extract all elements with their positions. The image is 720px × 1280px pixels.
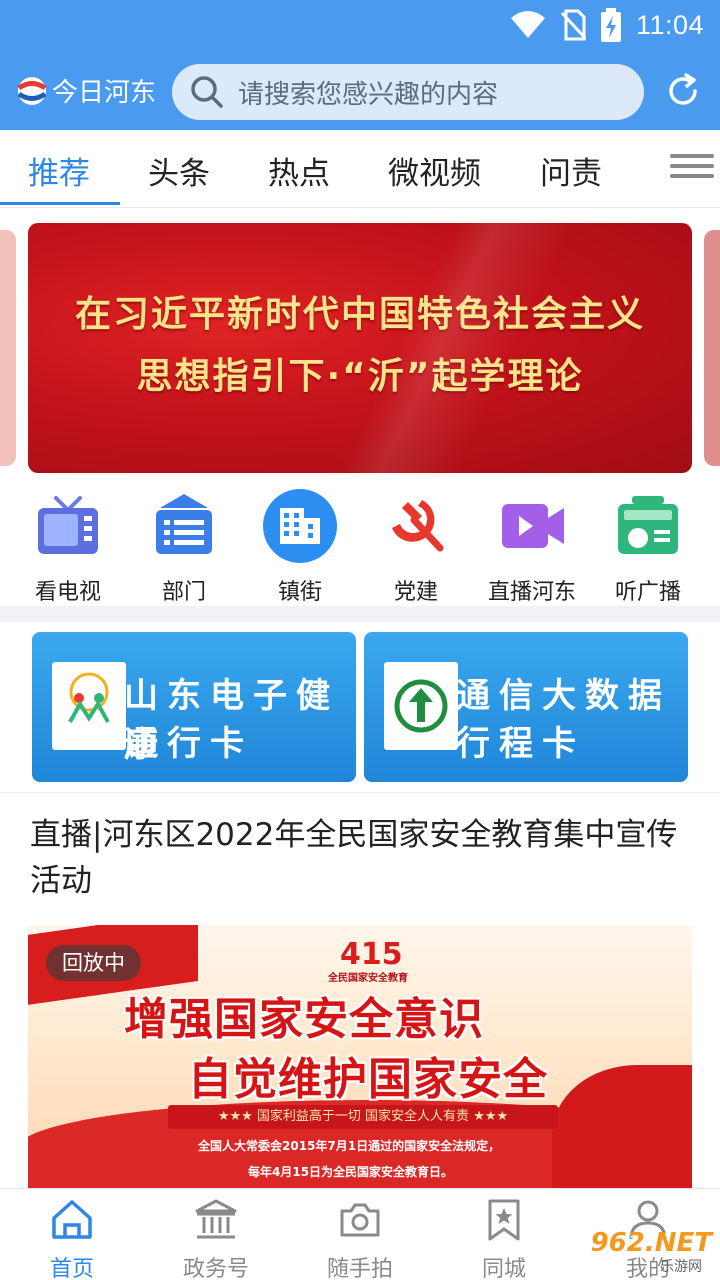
poster-paragraph-1: 全国人大常委会2015年7月1日通过的国家安全法规定， bbox=[198, 1139, 501, 1153]
quick-nav-label: 部门 bbox=[161, 580, 206, 605]
bookmark-star-icon bbox=[488, 1199, 520, 1241]
header: 今日河东 请搜索您感兴趣的内容 bbox=[0, 58, 720, 126]
logo-emblem-icon bbox=[17, 76, 47, 105]
banner-prev-slide[interactable] bbox=[0, 230, 16, 466]
service-cards: 山东电子健康 通行卡 通信大数据 行程卡 bbox=[0, 622, 720, 792]
nav-label: 随手拍 bbox=[326, 1257, 393, 1280]
battery-charging-icon bbox=[600, 8, 621, 42]
app-logo[interactable]: 今日河东 bbox=[16, 72, 156, 109]
poster-paragraph-2: 每年4月15日为全民国家安全教育日。 bbox=[248, 1165, 454, 1179]
building-icon bbox=[263, 489, 337, 563]
wifi-icon bbox=[510, 11, 545, 38]
search-bar[interactable]: 请搜索您感兴趣的内容 bbox=[172, 64, 644, 120]
banner-next-slide[interactable] bbox=[704, 230, 720, 466]
radio-icon bbox=[618, 496, 678, 554]
travel-card-logo bbox=[384, 662, 458, 750]
quick-nav: 看电视 部门 镇街 党建 直播河东 听广播 bbox=[0, 482, 720, 606]
arrow-up-circle-icon bbox=[394, 679, 448, 733]
banner-line-2: 思想指引下·“沂”起学理论 bbox=[136, 356, 584, 397]
active-tab-indicator bbox=[0, 202, 120, 205]
tab-accountability[interactable]: 问责 bbox=[540, 148, 602, 193]
channel-tabs: 推荐 头条 热点 微视频 问责 bbox=[0, 130, 720, 208]
article-cover-image[interactable]: 415 全民国家安全教育 增强国家安全意识 自觉维护国家安全 ★★★ 国家利益高… bbox=[28, 925, 692, 1190]
card-line-2: 行程卡 bbox=[456, 724, 585, 764]
nav-label: 同城 bbox=[481, 1257, 526, 1280]
camera-icon bbox=[340, 1203, 380, 1237]
tab-headlines[interactable]: 头条 bbox=[148, 148, 210, 193]
health-pass-card[interactable]: 山东电子健康 通行卡 bbox=[32, 632, 356, 782]
search-placeholder: 请搜索您感兴趣的内容 bbox=[238, 79, 499, 110]
article-title[interactable]: 直播|河东区2022年全民国家安全教育集中宣传活动 bbox=[30, 812, 690, 904]
quick-nav-tv[interactable]: 看电视 bbox=[10, 482, 126, 606]
tab-hot[interactable]: 热点 bbox=[268, 148, 330, 193]
flag-decoration bbox=[552, 1065, 692, 1190]
tab-recommend[interactable]: 推荐 bbox=[28, 148, 90, 193]
refresh-icon[interactable] bbox=[664, 72, 702, 110]
quick-nav-town[interactable]: 镇街 bbox=[242, 482, 358, 606]
home-icon bbox=[52, 1200, 92, 1239]
nav-local[interactable]: 同城 bbox=[432, 1197, 576, 1280]
poster-subtitle: 全民国家安全教育 bbox=[328, 973, 408, 984]
card-line-1: 通信大数据 bbox=[456, 676, 671, 716]
quick-nav-label: 听广播 bbox=[614, 580, 681, 605]
status-time: 11:04 bbox=[635, 9, 704, 40]
nav-label: 首页 bbox=[49, 1257, 94, 1280]
quick-nav-party[interactable]: 党建 bbox=[358, 482, 474, 606]
poster-slogan-bar: ★★★ 国家利益高于一切 国家安全人人有责 ★★★ bbox=[168, 1105, 558, 1129]
party-emblem-icon bbox=[392, 500, 444, 552]
tab-micro-video[interactable]: 微视频 bbox=[388, 148, 481, 193]
health-pass-logo bbox=[52, 662, 126, 750]
government-building-icon bbox=[195, 1199, 237, 1239]
quick-nav-label: 看电视 bbox=[34, 580, 101, 605]
nav-snapshot[interactable]: 随手拍 bbox=[288, 1197, 432, 1280]
poster-headline-2: 自觉维护国家安全 bbox=[188, 1054, 548, 1105]
watermark-sub: 乐游网 bbox=[660, 1259, 702, 1275]
quick-nav-department[interactable]: 部门 bbox=[126, 482, 242, 606]
app-name: 今日河东 bbox=[52, 78, 157, 108]
health-logo-icon bbox=[68, 672, 110, 723]
quick-nav-radio[interactable]: 听广播 bbox=[590, 482, 706, 606]
card-line-2: 通行卡 bbox=[124, 724, 253, 764]
video-camera-icon bbox=[502, 504, 564, 548]
watermark: 962.NET bbox=[590, 1228, 712, 1258]
banner-line-1: 在习近平新时代中国特色社会主义 bbox=[74, 294, 645, 335]
divider bbox=[0, 792, 720, 793]
section-separator bbox=[0, 606, 720, 622]
quick-nav-label: 直播河东 bbox=[487, 580, 576, 605]
poster-headline-1: 增强国家安全意识 bbox=[124, 994, 484, 1045]
search-icon bbox=[191, 76, 223, 108]
status-bar: 11:04 bbox=[0, 0, 720, 50]
tv-icon bbox=[38, 496, 98, 554]
quick-nav-label: 镇街 bbox=[277, 580, 322, 605]
banner-slide[interactable]: 在习近平新时代中国特色社会主义 思想指引下·“沂”起学理论 bbox=[28, 223, 692, 473]
nav-government[interactable]: 政务号 bbox=[144, 1197, 288, 1280]
no-sim-icon bbox=[560, 9, 586, 41]
channel-menu-icon[interactable] bbox=[666, 148, 714, 188]
nav-home[interactable]: 首页 bbox=[0, 1197, 144, 1280]
replay-badge: 回放中 bbox=[46, 945, 141, 981]
tabs-fade bbox=[630, 130, 660, 206]
travel-card[interactable]: 通信大数据 行程卡 bbox=[364, 632, 688, 782]
poster-number: 415 bbox=[340, 937, 403, 972]
quick-nav-live[interactable]: 直播河东 bbox=[474, 482, 590, 606]
department-icon bbox=[156, 494, 212, 554]
nav-label: 政务号 bbox=[182, 1257, 249, 1280]
quick-nav-label: 党建 bbox=[393, 580, 438, 605]
